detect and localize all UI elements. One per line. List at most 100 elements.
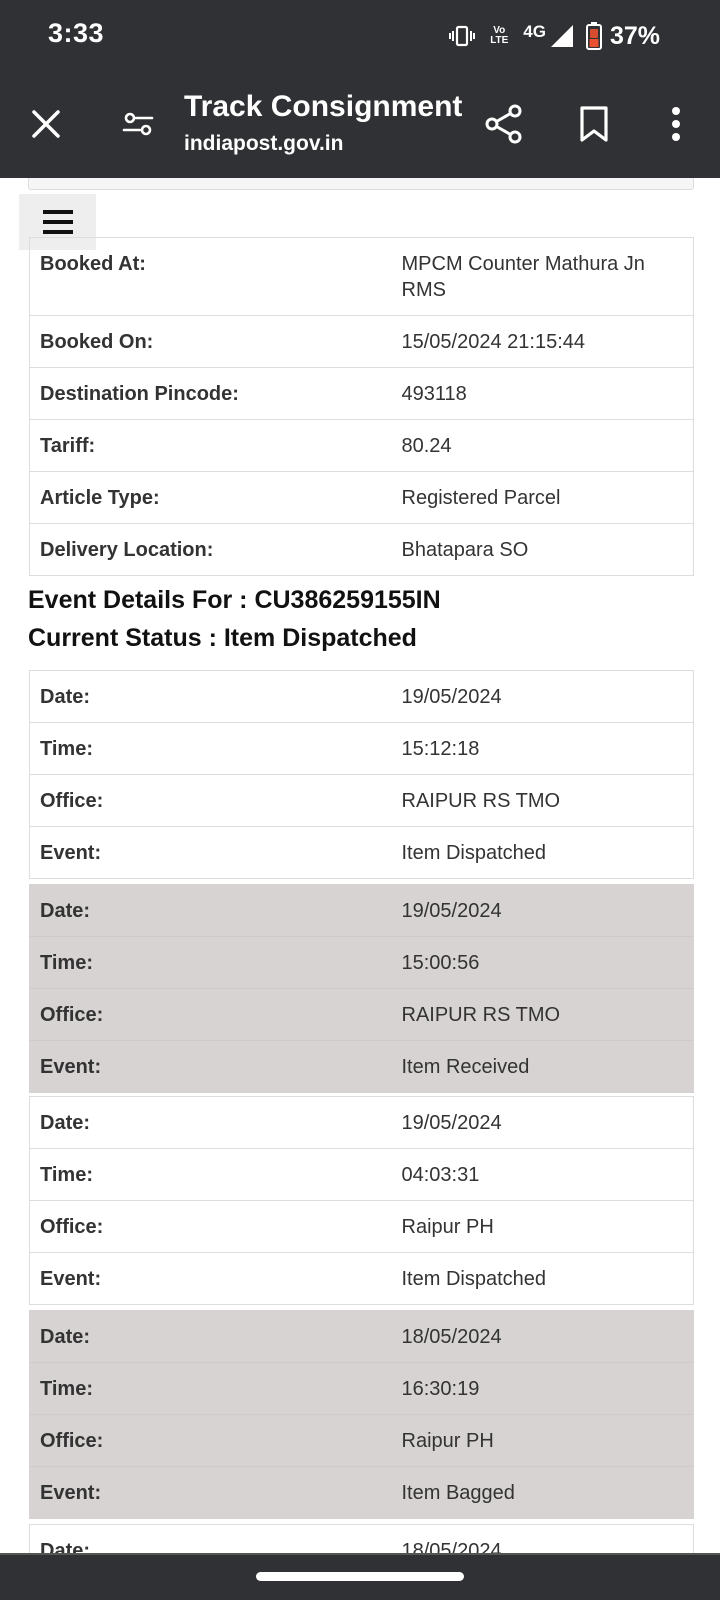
share-button[interactable] — [476, 96, 532, 152]
table-row: Date: 19/05/2024 — [30, 885, 694, 937]
time-label: Time: — [29, 936, 392, 989]
office-value: RAIPUR RS TMO — [391, 988, 694, 1041]
event-value: Item Dispatched — [391, 1252, 694, 1305]
date-label: Date: — [29, 1524, 392, 1553]
delivery-location-value: Bhatapara SO — [391, 523, 694, 576]
home-gesture-handle[interactable] — [256, 1572, 464, 1581]
battery-icon — [585, 22, 602, 50]
table-row: Booked On: 15/05/2024 21:15:44 — [29, 315, 694, 368]
date-value: 18/05/2024 — [391, 1524, 694, 1553]
destination-pincode-label: Destination Pincode: — [29, 367, 392, 420]
status-bar: 3:33 Vo LTE 4G 37% — [0, 0, 720, 72]
date-label: Date: — [29, 670, 392, 723]
tariff-value: 80.24 — [391, 419, 694, 472]
table-row: Time: 16:30:19 — [29, 1362, 694, 1415]
table-row: Article Type: Registered Parcel — [29, 471, 694, 524]
date-label: Date: — [40, 1326, 91, 1348]
table-row: Time: 15:12:18 — [29, 722, 694, 775]
table-row: Office: Raipur PH — [29, 1200, 694, 1253]
tariff-label: Tariff: — [29, 419, 392, 472]
event-label: Event: — [29, 1040, 392, 1093]
table-row: Office: Raipur PH — [29, 1414, 694, 1467]
table-row: Booked At: MPCM Counter Mathura Jn RMS — [29, 237, 694, 316]
date-label: Date: — [40, 900, 91, 922]
bookmark-button[interactable] — [566, 96, 622, 152]
event-label: Event: — [29, 1466, 392, 1519]
date-value: 19/05/2024 — [391, 670, 694, 723]
office-value: RAIPUR RS TMO — [391, 774, 694, 827]
table-row: Tariff: 80.24 — [29, 419, 694, 472]
event-label: Event: — [29, 826, 392, 879]
time-value: 15:00:56 — [391, 936, 694, 989]
table-row: Event: Item Received — [29, 1040, 694, 1093]
event-details-heading: Event Details For : CU386259155IN — [28, 586, 441, 614]
booked-at-value: MPCM Counter Mathura Jn RMS — [391, 237, 694, 316]
date-value: 19/05/2024 — [391, 1096, 694, 1149]
hamburger-icon — [42, 210, 73, 234]
event-label: Event: — [29, 1252, 392, 1305]
table-row: Event: Item Dispatched — [29, 826, 694, 879]
signal-icon — [550, 24, 574, 48]
table-row: Date: 18/05/2024 — [29, 1524, 694, 1553]
office-value: Raipur PH — [391, 1414, 694, 1467]
booking-details-table: Booked At: MPCM Counter Mathura Jn RMS Bo… — [29, 237, 694, 576]
event-table: Date: 19/05/2024 Time: 15:12:18 Office: RAI… — [29, 670, 694, 879]
page-content[interactable]: Booked At: MPCM Counter Mathura Jn RMS Bo… — [0, 178, 720, 1553]
browser-toolbar: Track Consignment indiapost.gov.in — [0, 72, 720, 178]
date-value: 18/05/2024 — [401, 1326, 502, 1348]
time-label: Time: — [29, 1362, 392, 1415]
page-title: Track Consignment — [184, 90, 463, 123]
status-time: 3:33 — [48, 18, 105, 48]
office-value: Raipur PH — [391, 1200, 694, 1253]
office-label: Office: — [29, 774, 392, 827]
close-icon — [32, 110, 60, 138]
time-value: 04:03:31 — [391, 1148, 694, 1201]
current-status-heading: Current Status : Item Dispatched — [28, 624, 417, 652]
table-row: Time: 04:03:31 — [29, 1148, 694, 1201]
booked-at-label: Booked At: — [29, 237, 392, 316]
table-row: Office: RAIPUR RS TMO — [29, 774, 694, 827]
table-row: Office: RAIPUR RS TMO — [29, 988, 694, 1041]
battery-percent: 37% — [609, 21, 660, 50]
site-settings-button[interactable] — [110, 96, 166, 152]
event-value: Item Received — [391, 1040, 694, 1093]
close-button[interactable] — [18, 96, 74, 152]
header-panel-edge — [28, 178, 694, 190]
table-row: Delivery Location: Bhatapara SO — [29, 523, 694, 576]
nav-divider — [0, 1553, 720, 1555]
table-row: Time: 15:00:56 — [29, 936, 694, 989]
tune-icon — [122, 112, 154, 136]
event-table: Date: 18/05/2024 Time: 16:30:19 Office: Rai… — [29, 1310, 694, 1519]
event-value: Item Bagged — [391, 1466, 694, 1519]
booked-on-value: 15/05/2024 21:15:44 — [391, 315, 694, 368]
event-table: Date: 19/05/2024 Time: 15:00:56 Office: RAI… — [29, 884, 694, 1093]
volte-icon: Vo LTE — [490, 25, 509, 46]
time-value: 15:12:18 — [391, 722, 694, 775]
bookmark-icon — [580, 106, 608, 142]
article-type-value: Registered Parcel — [391, 471, 694, 524]
date-value: 19/05/2024 — [401, 900, 502, 922]
office-label: Office: — [29, 1200, 392, 1253]
table-row: Destination Pincode: 493118 — [29, 367, 694, 420]
event-table: Date: 19/05/2024 Time: 04:03:31 Office: Rai… — [29, 1096, 694, 1305]
table-row: Date: 18/05/2024 — [30, 1311, 694, 1363]
article-type-label: Article Type: — [29, 471, 392, 524]
status-icons: Vo LTE 4G 37% — [449, 20, 660, 52]
table-row: Event: Item Dispatched — [29, 1252, 694, 1305]
share-icon — [485, 104, 522, 144]
delivery-location-label: Delivery Location: — [29, 523, 392, 576]
booked-on-label: Booked On: — [29, 315, 392, 368]
table-row: Event: Item Bagged — [29, 1466, 694, 1519]
event-value: Item Dispatched — [391, 826, 694, 879]
time-label: Time: — [29, 1148, 392, 1201]
office-label: Office: — [29, 988, 392, 1041]
table-row: Date: 19/05/2024 — [29, 670, 694, 723]
page-url: indiapost.gov.in — [184, 132, 344, 155]
time-value: 16:30:19 — [391, 1362, 694, 1415]
network-type: 4G — [523, 22, 546, 41]
vibrate-icon — [449, 24, 476, 48]
date-label: Date: — [29, 1096, 392, 1149]
destination-pincode-value: 493118 — [391, 367, 694, 420]
event-table: Date: 18/05/2024 — [29, 1524, 694, 1553]
more-options-button[interactable] — [648, 96, 704, 152]
